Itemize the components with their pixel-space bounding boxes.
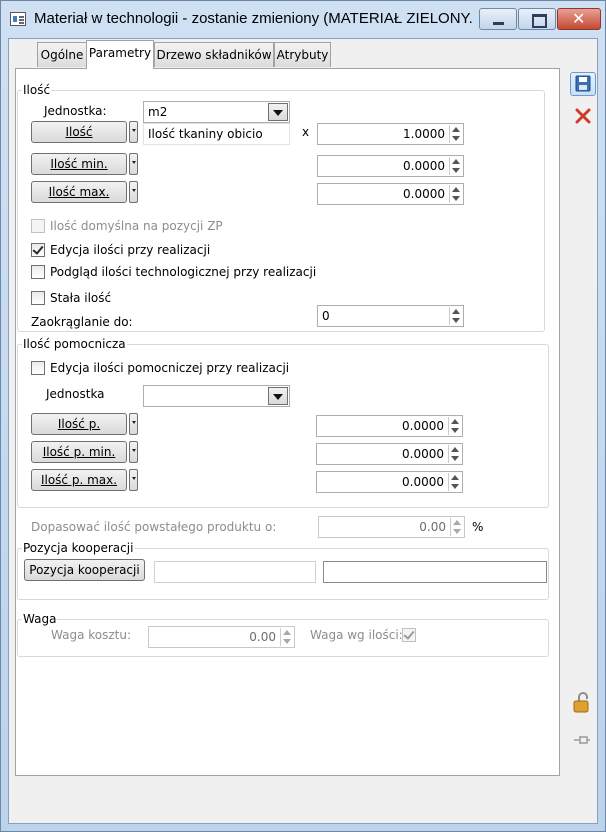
chevron-down-icon[interactable] [268,103,288,121]
ilosc-p-max-input[interactable]: 0.0000 [316,471,463,493]
ilosc-p-min-input[interactable]: 0.0000 [316,443,463,465]
window-title: Materiał w technologii - zostanie zmieni… [34,10,474,27]
ilosc-p-input[interactable]: 0.0000 [316,415,463,437]
edycja-label: Edycja ilości przy realizacji [50,243,211,257]
kooperacja-field-1[interactable] [154,561,316,583]
zaokraglanie-label: Zaokrąglanie do: [31,315,133,329]
tab-atrybuty[interactable]: Atrybuty [274,42,331,67]
spin-icon[interactable] [448,445,461,463]
podglad-checkbox[interactable] [31,265,45,279]
spin-icon[interactable] [450,518,463,536]
domyslna-checkbox[interactable] [31,219,45,233]
stala-checkbox[interactable] [31,291,45,305]
ilosc-dropdown[interactable] [129,121,138,143]
multiply-sign: x [302,125,310,139]
ilosc-max-button[interactable]: Ilość max. [31,181,127,203]
maximize-button[interactable] [518,8,556,30]
spin-icon[interactable] [448,417,461,435]
ilosc-p-button[interactable]: Ilość p. [31,413,127,435]
tab-drzewo-skladnikow[interactable]: Drzewo składników [154,42,274,67]
jednostka-label: Jednostka: [44,104,107,118]
ilosc-value-input[interactable]: 1.0000 [317,123,464,145]
pomocnicza-jednostka-combo[interactable] [143,385,290,407]
pomocnicza-jednostka-label: Jednostka [46,387,105,401]
jednostka-combo[interactable]: m2 [143,101,290,123]
close-icon: ✕ [572,9,586,28]
waga-kosztu-input[interactable]: 0.00 [148,626,295,648]
ilosc-p-min-button[interactable]: Ilość p. min. [31,441,127,463]
save-button[interactable] [570,72,596,96]
dopasowac-input[interactable]: 0.00 [318,516,465,538]
pomocnicza-edycja-checkbox[interactable] [31,361,45,375]
app-icon [10,12,26,26]
spin-icon[interactable] [449,185,462,203]
ilosc-max-dropdown[interactable] [129,181,138,203]
waga-kosztu-label: Waga kosztu: [51,628,132,642]
kooperacja-group-label: Pozycja kooperacji [22,541,135,555]
tab-parametry[interactable]: Parametry [86,40,154,69]
podglad-label: Podgląd ilości technologicznej przy real… [50,265,317,279]
ilosc-min-button[interactable]: Ilość min. [31,153,127,175]
ilosc-p-min-dropdown[interactable] [129,441,138,463]
pin-icon [574,736,590,744]
pin-button[interactable] [569,728,595,752]
ilosc-group-label: Ilość [22,83,52,97]
pomocnicza-edycja-label: Edycja ilości pomocniczej przy realizacj… [50,361,290,375]
ilosc-p-max-dropdown[interactable] [129,469,138,491]
cancel-icon [575,108,591,124]
ilosc-max-input[interactable]: 0.0000 [317,183,464,205]
stala-label: Stała ilość [50,291,112,305]
waga-wg-ilosci-label: Waga wg ilości: [310,628,403,642]
spin-icon[interactable] [449,157,462,175]
lock-icon [573,692,589,713]
ilosc-button[interactable]: Ilość [31,121,127,143]
tab-ogolne[interactable]: Ogólne [37,42,87,67]
spin-icon[interactable] [448,473,461,491]
domyslna-label: Ilość domyślna na pozycji ZP [50,219,223,233]
pomocnicza-group-label: Ilość pomocnicza [22,337,127,351]
chevron-down-icon[interactable] [268,387,288,405]
ilosc-description-field[interactable]: Ilość tkaniny obicio [143,123,290,145]
kooperacja-field-2[interactable] [323,561,547,583]
cancel-button[interactable] [570,104,596,128]
waga-wg-ilosci-checkbox[interactable] [402,628,416,642]
ilosc-min-dropdown[interactable] [129,153,138,175]
jednostka-value: m2 [148,105,168,119]
spin-icon[interactable] [449,307,462,325]
percent-unit: % [472,520,484,534]
ilosc-p-max-button[interactable]: Ilość p. max. [31,469,127,491]
maximize-icon [532,14,547,28]
pozycja-kooperacji-button[interactable]: Pozycja kooperacji [24,559,145,581]
lock-button[interactable] [569,690,595,714]
save-icon [575,75,591,92]
spin-icon[interactable] [280,628,293,646]
ilosc-min-input[interactable]: 0.0000 [317,155,464,177]
edycja-checkbox[interactable] [31,243,45,257]
zaokraglanie-input[interactable]: 0 [317,305,464,327]
dopasowac-label: Dopasować ilość powstałego produktu o: [31,520,277,534]
spin-icon[interactable] [449,125,462,143]
minimize-button[interactable] [479,8,517,30]
waga-group-label: Waga [22,612,58,626]
title-bar: Materiał w technologii - zostanie zmieni… [0,0,606,38]
minimize-icon [493,22,504,25]
close-button[interactable]: ✕ [557,8,601,30]
ilosc-p-dropdown[interactable] [129,413,138,435]
